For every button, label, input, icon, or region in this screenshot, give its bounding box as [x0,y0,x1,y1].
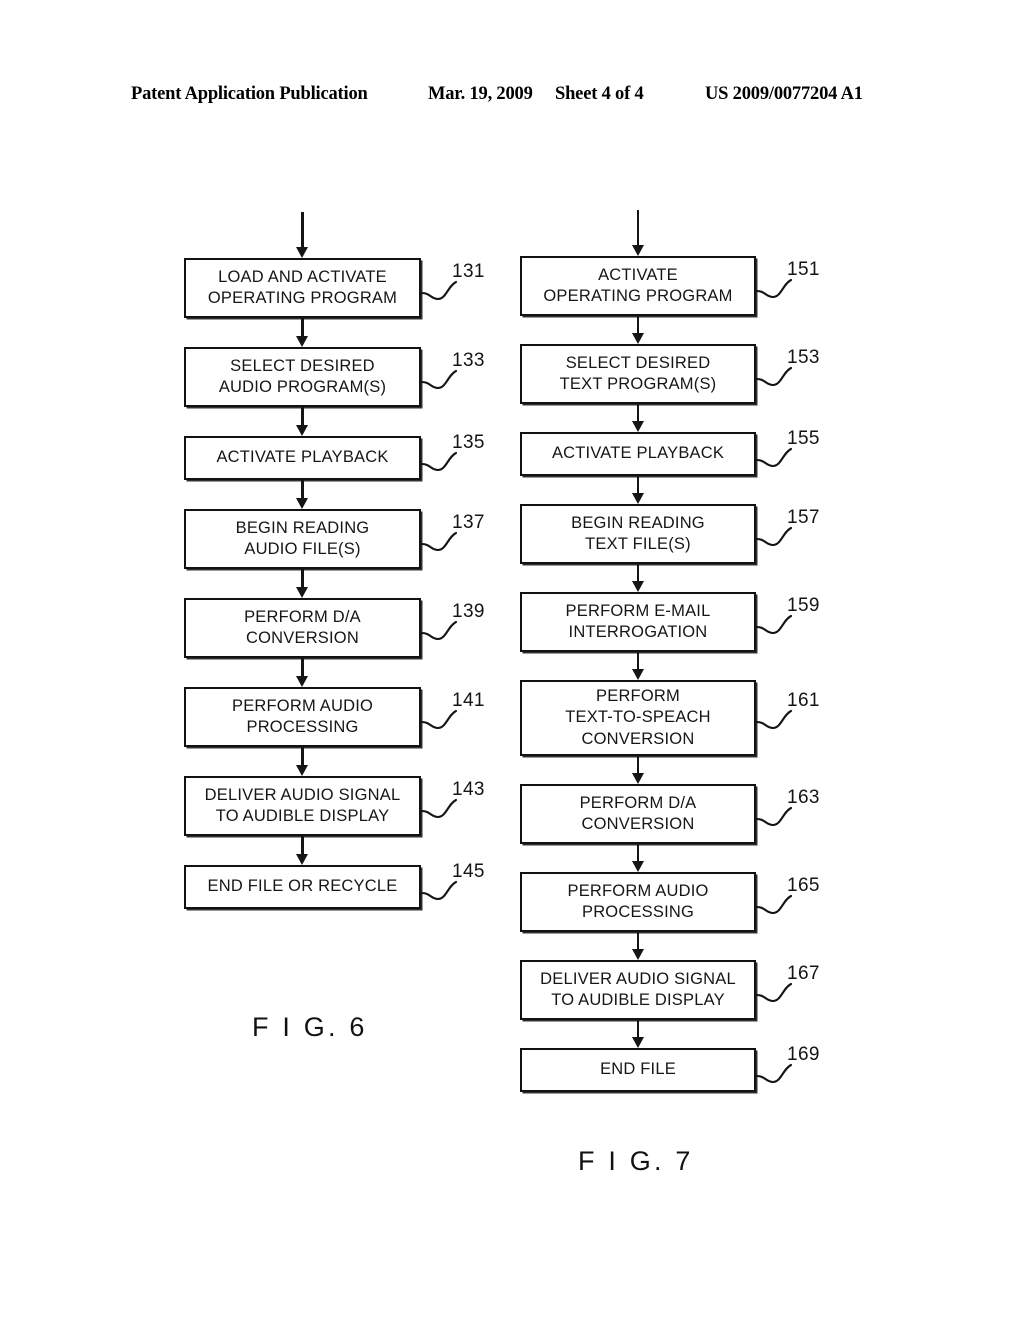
flow-step-label: PERFORM AUDIO PROCESSING [567,881,709,921]
flow-connector [636,404,640,422]
flow-step-153: SELECT DESIRED TEXT PROGRAM(S) [520,344,756,404]
reference-leader-167 [755,982,793,1003]
flow-connector [636,932,640,950]
arrowhead-icon [631,773,644,784]
reference-numeral-155: 155 [787,428,820,449]
flow-step-label: SELECT DESIRED TEXT PROGRAM(S) [559,353,717,393]
arrowhead-icon [631,421,644,432]
arrowhead-icon [631,669,644,680]
reference-numeral-159: 159 [787,595,820,616]
flow-step-169: END FILE [520,1048,756,1092]
reference-leader-169 [755,1063,793,1084]
arrowhead-icon [631,333,644,344]
arrowhead-icon [631,949,644,960]
flow-step-label: BEGIN READING TEXT FILE(S) [571,513,705,553]
flow-step-label: PERFORM TEXT-TO-SPEACH CONVERSION [565,687,711,748]
flow-connector [636,652,640,670]
reference-numeral-165: 165 [787,875,820,896]
flow-connector [636,1020,640,1038]
reference-numeral-169: 169 [787,1044,820,1065]
reference-numeral-157: 157 [787,507,820,528]
flow-step-label: PERFORM D/A CONVERSION [579,793,697,833]
reference-numeral-151: 151 [787,259,820,280]
reference-leader-153 [755,366,793,387]
flow-step-label: PERFORM E-MAIL INTERROGATION [565,601,711,641]
flow-step-label: END FILE [600,1060,676,1079]
flow-step-163: PERFORM D/A CONVERSION [520,784,756,844]
flow-step-151: ACTIVATE OPERATING PROGRAM [520,256,756,316]
entry-connector [636,210,640,246]
reference-numeral-167: 167 [787,963,820,984]
flow-step-155: ACTIVATE PLAYBACK [520,432,756,476]
flow-step-label: ACTIVATE PLAYBACK [551,444,725,463]
arrowhead-icon [631,581,644,592]
reference-leader-157 [755,526,793,547]
flow-step-label: ACTIVATE OPERATING PROGRAM [543,265,733,305]
reference-leader-163 [755,806,793,827]
flow-connector [636,316,640,334]
arrowhead-icon [631,245,644,256]
reference-leader-155 [755,447,793,468]
arrowhead-icon [631,493,644,504]
reference-leader-161 [755,709,793,730]
flow-connector [636,476,640,494]
figure-caption: F I G. 7 [578,1146,694,1176]
arrowhead-icon [631,861,644,872]
reference-numeral-153: 153 [787,347,820,368]
reference-numeral-163: 163 [787,787,820,808]
figure-7: ACTIVATE OPERATING PROGRAM 151 SELECT DESI… [0,0,1024,1320]
flow-step-label: DELIVER AUDIO SIGNAL TO AUDIBLE DISPLAY [540,969,736,1009]
reference-leader-151 [755,278,793,299]
flow-connector [636,564,640,582]
reference-leader-165 [755,894,793,915]
flow-step-165: PERFORM AUDIO PROCESSING [520,872,756,932]
flow-step-161: PERFORM TEXT-TO-SPEACH CONVERSION [520,680,756,756]
flow-step-159: PERFORM E-MAIL INTERROGATION [520,592,756,652]
flow-connector [636,756,640,774]
flow-step-157: BEGIN READING TEXT FILE(S) [520,504,756,564]
reference-numeral-161: 161 [787,690,820,711]
reference-leader-159 [755,614,793,635]
flow-step-167: DELIVER AUDIO SIGNAL TO AUDIBLE DISPLAY [520,960,756,1020]
flow-connector [636,844,640,862]
arrowhead-icon [631,1037,644,1048]
